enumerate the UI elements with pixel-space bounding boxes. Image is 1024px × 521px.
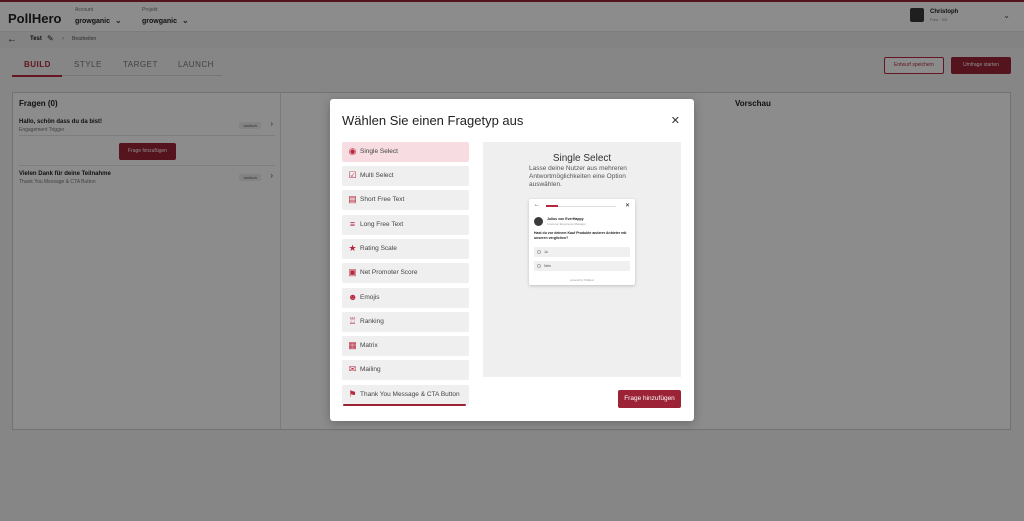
type-ranking[interactable]: ♖ Ranking: [342, 312, 469, 332]
mail-icon: ✉: [348, 364, 357, 374]
type-long-free-text[interactable]: ≡ Long Free Text: [342, 215, 469, 235]
modal-title: Wählen Sie einen Fragetyp aus: [342, 113, 524, 128]
emoji-icon: ☻: [348, 292, 358, 302]
type-multi-select[interactable]: ☑ Multi Select: [342, 166, 469, 186]
sender-role: Customer Experience Manager: [547, 222, 586, 226]
scrollbar[interactable]: [343, 404, 466, 406]
answer-label: Nein: [544, 264, 552, 268]
preview-title: Single Select: [552, 153, 612, 164]
radio-icon: [537, 264, 541, 268]
answer-option: Nein: [534, 261, 630, 271]
answer-label: Ja: [544, 250, 548, 254]
long-text-icon: ≡: [349, 219, 356, 229]
sender-name: Julius von EverHappy: [547, 217, 584, 221]
question-type-modal: Wählen Sie einen Fragetyp aus ✕ ◉ Single…: [330, 99, 694, 421]
preview-card: ← ✕ Julius von EverHappy Customer Experi…: [529, 199, 635, 285]
type-label: Single Select: [360, 148, 398, 155]
nps-icon: ▣: [348, 267, 357, 277]
preview-question: Hast du vor deinem Kauf Produkte anderer…: [534, 231, 627, 240]
type-label: Thank You Message & CTA Button: [360, 391, 460, 398]
back-arrow-icon: ←: [534, 202, 540, 208]
type-net-promoter-score[interactable]: ▣ Net Promoter Score: [342, 263, 469, 283]
powered-by: powered by PollHero: [569, 279, 595, 282]
type-label: Emojis: [360, 294, 380, 301]
type-label: Short Free Text: [360, 196, 405, 203]
type-emojis[interactable]: ☻ Emojis: [342, 288, 469, 308]
type-rating-scale[interactable]: ★ Rating Scale: [342, 239, 469, 259]
type-label: Multi Select: [360, 172, 394, 179]
progress-fill: [546, 205, 558, 207]
preview-description: Lasse deine Nutzer aus mehreren Antwortm…: [529, 165, 627, 188]
type-label: Ranking: [360, 318, 384, 325]
add-question-button[interactable]: Frage hinzufügen: [618, 390, 681, 408]
radio-icon: ◉: [348, 146, 357, 156]
close-icon[interactable]: ✕: [671, 114, 680, 127]
type-mailing[interactable]: ✉ Mailing: [342, 360, 469, 380]
question-type-list: ◉ Single Select ☑ Multi Select ▤ Short F…: [342, 142, 470, 408]
flag-icon: ⚑: [348, 389, 357, 399]
ranking-icon: ♖: [348, 316, 357, 326]
type-label: Long Free Text: [360, 221, 404, 228]
type-label: Rating Scale: [360, 245, 397, 252]
matrix-icon: ▦: [348, 340, 357, 350]
short-text-icon: ▤: [348, 194, 357, 204]
type-label: Net Promoter Score: [360, 269, 418, 276]
close-icon: ✕: [624, 203, 630, 209]
type-single-select[interactable]: ◉ Single Select: [342, 142, 469, 162]
type-short-free-text[interactable]: ▤ Short Free Text: [342, 190, 469, 210]
answer-option: Ja: [534, 247, 630, 257]
type-matrix[interactable]: ▦ Matrix: [342, 336, 469, 356]
checkbox-icon: ☑: [348, 170, 357, 180]
type-label: Mailing: [360, 366, 381, 373]
star-icon: ★: [348, 243, 357, 253]
radio-icon: [537, 250, 541, 254]
type-preview: Single Select Lasse deine Nutzer aus meh…: [483, 142, 681, 377]
avatar: [534, 217, 543, 226]
type-label: Matrix: [360, 342, 378, 349]
type-thank-you-cta[interactable]: ⚑ Thank You Message & CTA Button: [342, 385, 469, 405]
